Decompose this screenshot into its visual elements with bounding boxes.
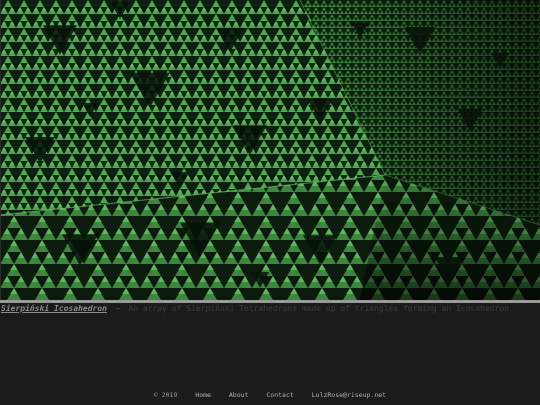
footer-link-about[interactable]: About (229, 391, 249, 399)
caption-description: An array of Sierpiński Tetrahedrons made… (128, 304, 509, 313)
page: Sierpiński Icosahedron ~ An array of Sie… (0, 0, 540, 405)
sierpinski-icosahedron-image (0, 0, 540, 300)
fractal-hero-image (0, 0, 540, 300)
footer-link-contact[interactable]: Contact (266, 391, 293, 399)
footer-email-link[interactable]: LulzRose@riseup.net (312, 391, 386, 399)
footer-link-home[interactable]: Home (195, 391, 211, 399)
caption-title-link[interactable]: Sierpiński Icosahedron (1, 304, 107, 313)
image-caption: Sierpiński Icosahedron ~ An array of Sie… (1, 303, 539, 315)
caption-separator: ~ (115, 304, 121, 313)
footer-copyright: © 2019 (153, 391, 178, 399)
footer: © 2019 Home About Contact LulzRose@riseu… (0, 389, 540, 401)
